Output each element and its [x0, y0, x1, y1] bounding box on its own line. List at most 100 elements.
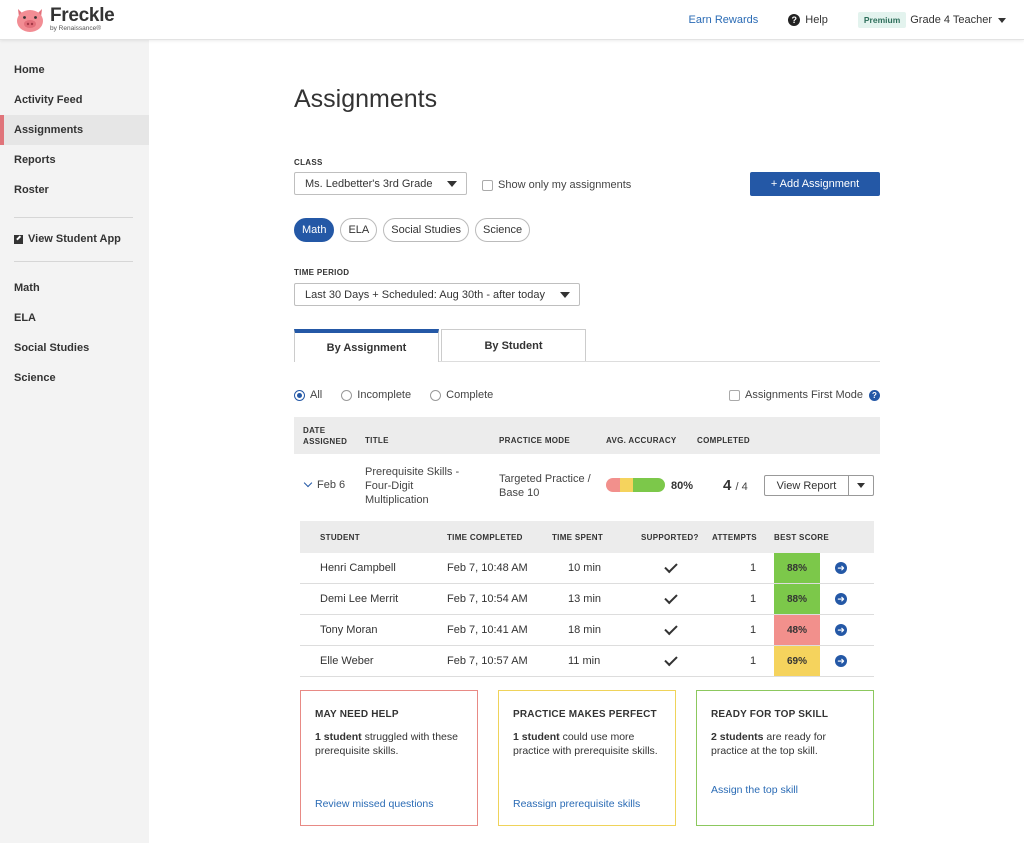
- best-score: 69%: [774, 646, 820, 676]
- arrow-right-icon[interactable]: ➜: [835, 562, 847, 574]
- pill-social-studies[interactable]: Social Studies: [383, 218, 469, 242]
- card-practice-makes-perfect: PRACTICE MAKES PERFECT 1 student could u…: [498, 690, 676, 826]
- table-row[interactable]: Elle Weber Feb 7, 10:57 AM 11 min 1 69% ➜: [300, 646, 874, 677]
- attempts: 1: [750, 655, 757, 667]
- table-row[interactable]: Tony Moran Feb 7, 10:41 AM 18 min 1 48% ➜: [300, 615, 874, 646]
- assignments-first-mode-toggle[interactable]: Assignments First Mode ?: [729, 389, 880, 401]
- sidebar-item-roster[interactable]: Roster: [0, 175, 149, 205]
- table-row[interactable]: Demi Lee Merrit Feb 7, 10:54 AM 13 min 1 88%…: [300, 584, 874, 615]
- completed-numerator: 4: [723, 477, 732, 494]
- show-only-mine-toggle[interactable]: Show only my assignments: [482, 179, 631, 191]
- page-title: Assignments: [294, 85, 438, 113]
- show-only-mine-checkbox[interactable]: [482, 179, 493, 191]
- review-missed-questions-link[interactable]: Review missed questions: [315, 798, 433, 810]
- arrow-right-icon[interactable]: ➜: [835, 593, 847, 605]
- student-name[interactable]: Tony Moran: [320, 615, 377, 645]
- attempts: 1: [750, 562, 757, 574]
- help-icon[interactable]: ?: [869, 389, 880, 401]
- time-spent: 13 min: [568, 593, 602, 605]
- completed-denominator: / 4: [735, 481, 748, 493]
- attempts: 1: [750, 624, 757, 636]
- card-body: 1 student struggled with these prerequis…: [315, 730, 463, 758]
- sidebar-item-math[interactable]: Math: [0, 273, 149, 303]
- sidebar-item-activity-feed[interactable]: Activity Feed: [0, 85, 149, 115]
- accuracy-segment-red: [606, 478, 620, 492]
- student-table-header: STUDENT TIME COMPLETED TIME SPENT SUPPOR…: [300, 521, 874, 553]
- sidebar-item-ela[interactable]: ELA: [0, 303, 149, 333]
- tab-by-assignment[interactable]: By Assignment: [294, 329, 439, 362]
- sidebar-item-social-studies[interactable]: Social Studies: [0, 333, 149, 363]
- student-name[interactable]: Elle Weber: [320, 646, 374, 676]
- header-student: STUDENT: [320, 532, 360, 542]
- assignment-title: Prerequisite Skills - Four-Digit Multipl…: [365, 466, 460, 506]
- header-attempts: ATTEMPTS: [712, 532, 757, 542]
- reassign-prerequisite-link[interactable]: Reassign prerequisite skills: [513, 798, 640, 810]
- assign-top-skill-link[interactable]: Assign the top skill: [711, 784, 798, 796]
- pill-math[interactable]: Math: [294, 218, 335, 242]
- sidebar-item-home[interactable]: Home: [0, 55, 149, 85]
- time-completed: Feb 7, 10:48 AM: [447, 562, 528, 574]
- chevron-down-icon: [560, 292, 570, 298]
- accuracy-bar: [606, 478, 665, 492]
- sidebar-item-assignments[interactable]: Assignments: [0, 115, 149, 145]
- insight-cards: MAY NEED HELP 1 student struggled with t…: [300, 690, 874, 826]
- class-select-value: Ms. Ledbetter's 3rd Grade: [305, 177, 433, 190]
- time-period-select[interactable]: Last 30 Days + Scheduled: Aug 30th - aft…: [294, 283, 580, 306]
- header-date-line2: ASSIGNED: [303, 436, 348, 446]
- accuracy-segment-yellow: [619, 478, 633, 492]
- user-menu[interactable]: Grade 4 Teacher: [910, 14, 1006, 26]
- supported-check: [664, 584, 678, 614]
- assignment-row[interactable]: Feb 6 Prerequisite Skills - Four-Digit M…: [294, 460, 880, 512]
- accuracy-percent: 80%: [671, 480, 694, 492]
- user-label: Grade 4 Teacher: [910, 14, 992, 26]
- filter-complete[interactable]: Complete: [430, 389, 493, 401]
- header-best-score: BEST SCORE: [774, 532, 830, 542]
- arrow-right-icon[interactable]: ➜: [835, 655, 847, 667]
- time-period-label: TIME PERIOD: [294, 268, 350, 277]
- view-student-app-link[interactable]: View Student App: [0, 229, 149, 249]
- chevron-down-icon: [998, 17, 1006, 23]
- help-link[interactable]: ? Help: [788, 14, 828, 26]
- status-filters: All Incomplete Complete Assignments Firs…: [294, 389, 880, 403]
- chevron-down-icon[interactable]: [303, 478, 313, 488]
- best-score: 48%: [774, 615, 820, 645]
- assignment-date[interactable]: Feb 6: [303, 478, 345, 491]
- filter-incomplete-label: Incomplete: [357, 389, 412, 401]
- checkmark-icon: [664, 559, 678, 573]
- checkmark-icon: [664, 652, 678, 666]
- best-score: 88%: [774, 584, 820, 614]
- header-completed: COMPLETED: [697, 436, 750, 445]
- header-title: TITLE: [365, 436, 389, 445]
- pill-science[interactable]: Science: [474, 218, 531, 242]
- student-name[interactable]: Henri Campbell: [320, 553, 396, 583]
- pig-logo-icon: [17, 9, 43, 32]
- premium-badge: Premium: [857, 12, 907, 28]
- filter-incomplete[interactable]: Incomplete: [341, 389, 411, 401]
- arrow-right-icon[interactable]: ➜: [835, 624, 847, 636]
- freckle-logo[interactable]: Freckle by Renaissance®: [14, 5, 115, 33]
- add-assignment-button[interactable]: + Add Assignment: [750, 172, 880, 196]
- header-date-line1: DATE: [303, 425, 326, 435]
- checkmark-icon: [664, 621, 678, 635]
- view-report-dropdown[interactable]: [849, 476, 873, 495]
- external-app-icon: [14, 234, 23, 244]
- view-report-button[interactable]: View Report: [765, 476, 849, 495]
- supported-check: [664, 615, 678, 645]
- sidebar-item-science[interactable]: Science: [0, 363, 149, 393]
- header-date-assigned: DATE ASSIGNED: [303, 417, 347, 454]
- time-period-value: Last 30 Days + Scheduled: Aug 30th - aft…: [305, 288, 546, 301]
- help-icon: ?: [788, 14, 801, 26]
- sidebar-item-reports[interactable]: Reports: [0, 145, 149, 175]
- table-row[interactable]: Henri Campbell Feb 7, 10:48 AM 10 min 1 88% ➜: [300, 553, 874, 584]
- card-body: 1 student could use more practice with p…: [513, 730, 661, 758]
- view-report-button-group: View Report: [764, 475, 874, 496]
- class-select[interactable]: Ms. Ledbetter's 3rd Grade: [294, 172, 467, 195]
- filter-complete-label: Complete: [446, 389, 494, 401]
- assignments-first-mode-checkbox[interactable]: [729, 389, 741, 401]
- sidebar-divider: [14, 261, 133, 262]
- pill-ela[interactable]: ELA: [340, 218, 378, 242]
- filter-all[interactable]: All: [294, 389, 322, 401]
- tab-by-student[interactable]: By Student: [441, 329, 586, 361]
- student-name[interactable]: Demi Lee Merrit: [320, 584, 398, 614]
- earn-rewards-link[interactable]: Earn Rewards: [689, 14, 759, 26]
